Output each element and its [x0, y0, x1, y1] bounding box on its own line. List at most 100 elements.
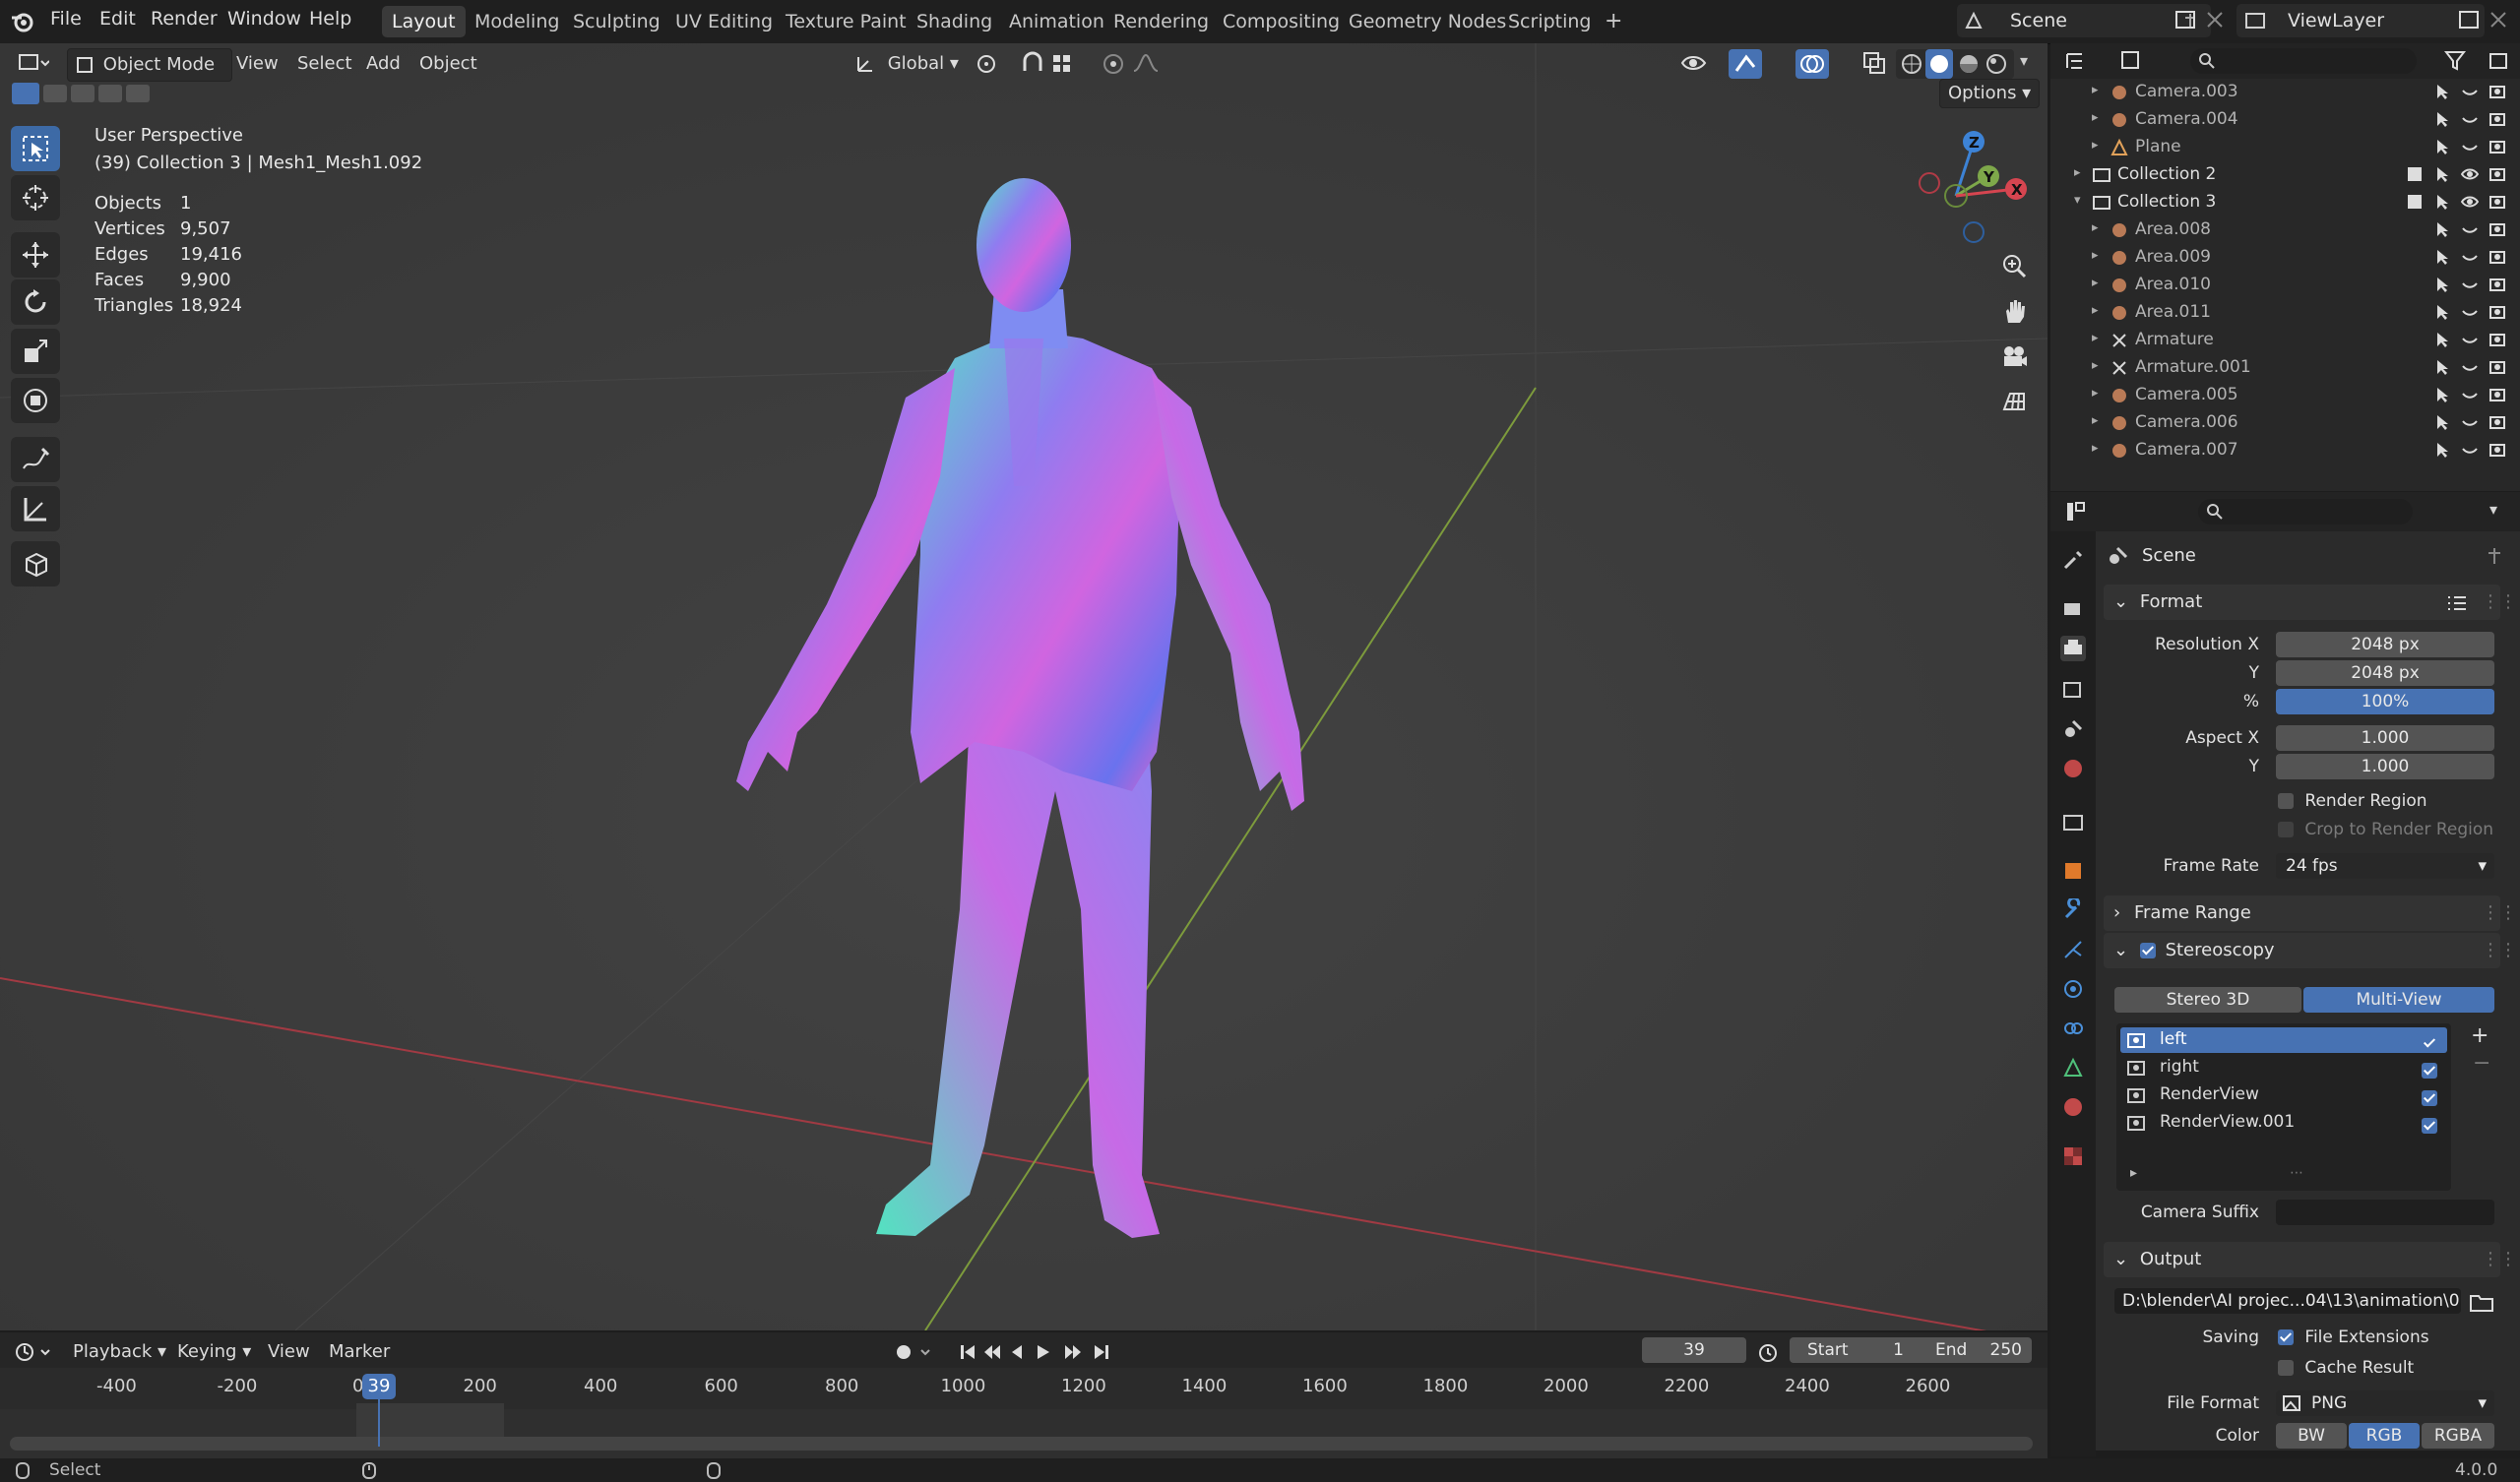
include-checkbox-icon[interactable] — [2406, 165, 2424, 183]
gizmo-toggle[interactable] — [1729, 49, 1762, 79]
render-camera-icon[interactable] — [2488, 138, 2506, 155]
eye-icon[interactable] — [2461, 165, 2479, 183]
outliner-row[interactable]: ▸ Camera.005 — [2050, 382, 2520, 409]
render-camera-icon[interactable] — [2488, 276, 2506, 293]
stopwatch-icon[interactable] — [1756, 1340, 1784, 1364]
view-list-item-renderview[interactable]: RenderView — [2120, 1082, 2447, 1108]
outliner-row[interactable]: ▸ Camera.004 — [2050, 106, 2520, 134]
file-extensions-option[interactable]: File Extensions — [2278, 1328, 2429, 1347]
playhead-line[interactable] — [378, 1399, 380, 1447]
ortho-toggle-button[interactable] — [1994, 382, 2034, 421]
render-camera-icon[interactable] — [2488, 83, 2506, 100]
frame-range-panel-header[interactable]: › Frame Range ⋮⋮ — [2104, 895, 2517, 931]
format-panel-header[interactable]: ⌄ Format ⋮⋮ — [2104, 585, 2517, 620]
file-extensions-checkbox[interactable] — [2278, 1329, 2294, 1345]
resolution-y-field[interactable]: 2048 px — [2276, 660, 2494, 686]
overlays-toggle[interactable] — [1796, 49, 1829, 79]
start-frame-field[interactable]: 1 — [1884, 1337, 1904, 1363]
properties-options-chevron[interactable]: ▾ — [2489, 500, 2497, 519]
select-intersect-icon[interactable] — [126, 85, 150, 102]
crop-region-option[interactable]: Crop to Render Region — [2278, 820, 2493, 839]
orientation-dropdown[interactable]: Global ▾ — [847, 48, 980, 80]
view-list-item-left[interactable]: left — [2120, 1027, 2447, 1053]
selectable-arrow-icon[interactable] — [2433, 276, 2451, 293]
tab-compositing[interactable]: Compositing — [1213, 6, 1350, 37]
playhead-frame-indicator[interactable]: 39 — [362, 1374, 396, 1399]
expand-arrow-icon[interactable]: ▸ — [2092, 110, 2099, 125]
drag-handle-icon[interactable]: ⋮⋮ — [2482, 585, 2517, 620]
hide-icon[interactable] — [2461, 83, 2479, 100]
selectable-arrow-icon[interactable] — [2433, 83, 2451, 100]
render-camera-icon[interactable] — [2488, 193, 2506, 211]
falloff-icon[interactable] — [1130, 51, 1173, 77]
end-frame-field[interactable]: 250 — [1986, 1337, 2022, 1363]
current-frame-field[interactable]: 39 — [1642, 1337, 1746, 1363]
solid-shading-button[interactable] — [1925, 49, 1953, 79]
expand-arrow-icon[interactable]: ▸ — [2092, 386, 2099, 401]
proportional-editing-icon[interactable] — [1101, 51, 1126, 77]
selectable-arrow-icon[interactable] — [2433, 386, 2451, 403]
camera-view-button[interactable] — [1994, 337, 2034, 376]
outliner-row[interactable]: ▸ Area.010 — [2050, 272, 2520, 299]
timeline-track[interactable] — [0, 1409, 2048, 1458]
3d-viewport[interactable] — [0, 43, 2048, 1330]
selectable-arrow-icon[interactable] — [2433, 220, 2451, 238]
resolution-percent-slider[interactable]: 100% — [2276, 689, 2494, 714]
modifier-tab[interactable] — [2060, 897, 2086, 923]
output-tab[interactable] — [2060, 636, 2086, 661]
snap-icon[interactable] — [1020, 51, 1045, 77]
view-list-item-renderview-001[interactable]: RenderView.001 — [2120, 1110, 2447, 1136]
drag-handle-icon[interactable]: ⋮⋮ — [2482, 933, 2517, 968]
expand-arrow-icon[interactable]: ▸ — [2092, 248, 2099, 263]
menu-render[interactable]: Render — [151, 8, 218, 30]
tab-scripting[interactable]: Scripting — [1498, 6, 1602, 37]
aspect-y-field[interactable]: 1.000 — [2276, 754, 2494, 779]
viewport-menu-object[interactable]: Object — [411, 48, 485, 80]
render-camera-icon[interactable] — [2488, 441, 2506, 459]
pan-button[interactable] — [1994, 291, 2034, 331]
view-layer-selector[interactable]: ViewLayer — [2236, 4, 2485, 37]
render-camera-icon[interactable] — [2488, 386, 2506, 403]
view-renderview-checkbox[interactable] — [2422, 1089, 2437, 1106]
outliner-search-field[interactable] — [2190, 48, 2417, 74]
physics-tab[interactable] — [2060, 976, 2086, 1002]
close-view-layer-icon[interactable] — [2487, 8, 2510, 31]
select-invert-icon[interactable] — [98, 85, 122, 102]
selectable-arrow-icon[interactable] — [2433, 303, 2451, 321]
expand-arrow-icon[interactable]: ▸ — [2092, 138, 2099, 153]
new-scene-icon[interactable] — [2174, 8, 2197, 31]
viewport-menu-add[interactable]: Add — [358, 48, 409, 80]
menu-edit[interactable]: Edit — [99, 8, 136, 30]
new-view-layer-icon[interactable] — [2457, 8, 2481, 31]
tab-geometry-nodes[interactable]: Geometry Nodes — [1339, 6, 1516, 37]
outliner-row[interactable]: ▸ Camera.003 — [2050, 79, 2520, 106]
new-collection-icon[interactable] — [2488, 49, 2511, 73]
hide-icon[interactable] — [2461, 110, 2479, 128]
include-checkbox-icon[interactable] — [2406, 193, 2424, 211]
menu-file[interactable]: File — [50, 8, 82, 30]
view-layer-tab[interactable] — [2060, 677, 2086, 703]
render-region-option[interactable]: Render Region — [2278, 791, 2427, 811]
expand-arrow-icon[interactable]: ▸ — [2092, 303, 2099, 318]
timeline-menu-view[interactable]: View — [260, 1336, 318, 1368]
outliner-row[interactable]: ▸ Area.008 — [2050, 216, 2520, 244]
selectable-arrow-icon[interactable] — [2433, 358, 2451, 376]
stereoscopy-checkbox[interactable] — [2139, 943, 2156, 958]
expand-arrow-icon[interactable]: ▸ — [2092, 331, 2099, 345]
tab-layout[interactable]: Layout — [382, 6, 466, 37]
tool-transform[interactable] — [11, 378, 60, 423]
hide-icon[interactable] — [2461, 248, 2479, 266]
timeline-scrollbar[interactable] — [10, 1437, 2033, 1451]
tool-tab[interactable] — [2060, 547, 2086, 573]
tool-add-cube[interactable] — [11, 541, 60, 587]
output-panel-header[interactable]: ⌄ Output ⋮⋮ — [2104, 1242, 2517, 1277]
tool-scale[interactable] — [11, 329, 60, 374]
hide-icon[interactable] — [2461, 386, 2479, 403]
snap-target-icon[interactable] — [1049, 51, 1089, 77]
list-expand-icon[interactable]: ▸ — [2130, 1165, 2137, 1181]
mode-dropdown[interactable]: Object Mode ▾ — [67, 48, 232, 106]
filter-icon[interactable] — [2444, 49, 2484, 73]
tool-rotate[interactable] — [11, 279, 60, 325]
folder-icon[interactable] — [2469, 1290, 2494, 1314]
expand-arrow-icon[interactable]: ▸ — [2074, 165, 2081, 180]
